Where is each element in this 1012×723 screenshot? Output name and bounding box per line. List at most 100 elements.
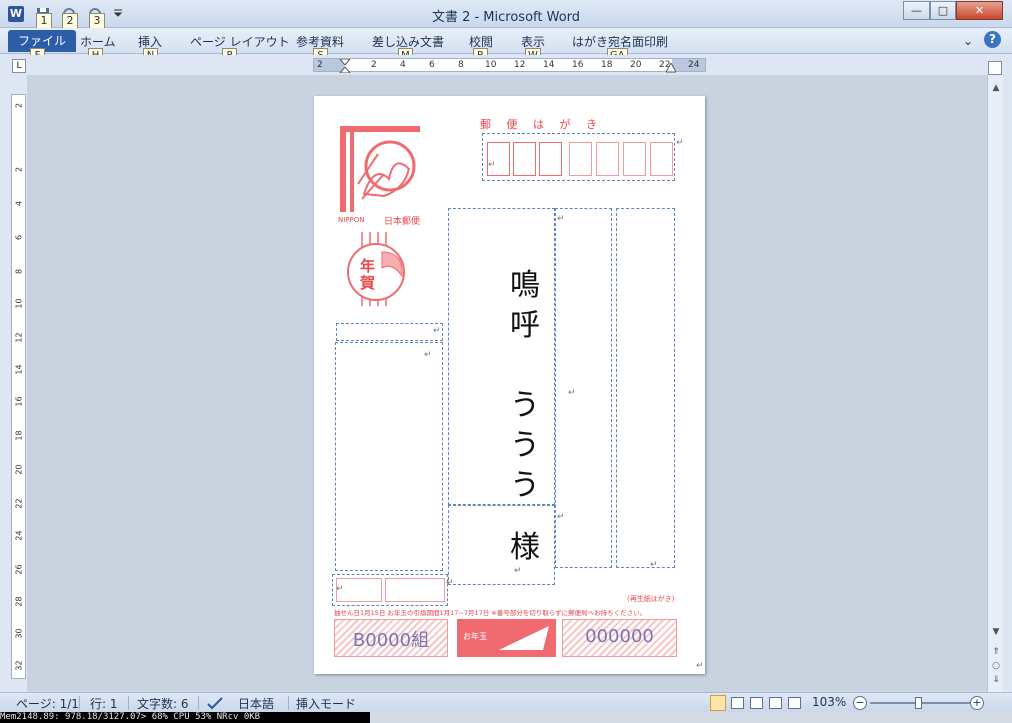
scroll-up-icon[interactable]: ▲ [989,81,1003,95]
ruler-number: 2 [371,60,377,70]
view-ruler-icon[interactable] [988,61,1002,75]
status-char-count[interactable]: 文字数: 6 [137,695,189,712]
sender-zip-frame[interactable] [336,323,443,341]
ribbon-collapse-icon[interactable]: ⌄ [963,31,973,51]
status-separator [288,696,289,710]
tab-selector-button[interactable]: L [12,59,26,73]
ruler-number: 4 [400,60,406,70]
ruler-number: 16 [14,396,24,407]
zip-box [650,142,673,176]
ruler-number: 2 [14,102,24,109]
ruler-number: 20 [630,60,642,70]
ruler-number: 10 [485,60,497,70]
vertical-ruler[interactable]: 2 2 4 6 8 10 12 14 16 18 20 22 24 26 28 … [11,94,26,679]
status-language[interactable]: 日本語 [238,695,274,712]
paragraph-mark: ↵ [557,512,565,522]
sender-zip-box [385,578,445,602]
draft-view-icon[interactable] [788,697,801,709]
zoom-out-button[interactable]: − [853,696,867,710]
status-separator [198,696,199,710]
zip-box [539,142,562,176]
ruler-number: 8 [458,60,464,70]
window-title: 文書 2 - Microsoft Word [431,10,581,25]
right-indent-marker-icon[interactable] [666,63,676,73]
sender-address-frame[interactable] [335,342,443,571]
status-bar: ページ: 1/1 行: 1 文字数: 6 日本語 挿入モード 103% − + [0,692,1012,712]
help-icon[interactable]: ? [984,31,1001,48]
status-page[interactable]: ページ: 1/1 [16,695,79,712]
postcard-header: 郵 便 は が き [480,118,603,131]
scroll-down-icon[interactable]: ▼ [989,625,1003,639]
ruler-number: 28 [14,596,24,607]
ruler-number: 8 [14,268,24,275]
recipient-name-char: う [510,428,540,463]
zoom-in-button[interactable]: + [970,696,984,710]
zoom-slider-thumb[interactable] [915,697,922,709]
status-separator [128,696,129,710]
minimize-button[interactable]: — [903,1,930,20]
maximize-button[interactable]: □ [930,1,956,20]
horizontal-ruler[interactable]: 2 2 4 6 8 10 12 14 16 18 20 22 24 [313,58,706,73]
ruler-number: 20 [14,464,24,475]
tab-page-layout[interactable]: ページ レイアウト [190,32,290,52]
ruler-number: 10 [14,298,24,309]
ruler-number: 6 [429,60,435,70]
recipient-name-char: う [510,468,540,503]
ruler-number: 18 [14,430,24,441]
paragraph-mark: ↵ [446,578,454,588]
full-screen-reading-icon[interactable] [731,697,744,709]
paragraph-mark: ↵ [514,566,522,576]
recipient-name-char: 呼 [510,308,540,343]
taskbar-area [370,712,1012,723]
close-button[interactable]: ✕ [956,1,1003,20]
proofing-icon[interactable] [206,696,224,710]
paragraph-mark: ↵ [650,560,658,570]
previous-page-icon[interactable]: ⇑ [989,645,1003,659]
ruler-number: 4 [14,200,24,207]
paragraph-mark: ↵ [336,584,344,594]
zip-box [487,142,510,176]
vertical-scrollbar[interactable]: ▲ ▼ ⇑ ○ ⇓ [987,75,1003,692]
zoom-level[interactable]: 103% [812,695,846,709]
lottery-number-text: 000000 [585,626,654,647]
next-page-icon[interactable]: ⇓ [989,673,1003,687]
ruler-number: 14 [543,60,555,70]
status-insert-mode[interactable]: 挿入モード [296,695,356,712]
ruler-number: 6 [14,234,24,241]
stamp-japan-post-text: 日本郵便 [384,217,421,227]
status-line[interactable]: 行: 1 [90,695,118,712]
print-layout-view-icon[interactable] [710,695,726,711]
otoshidama-text: お年玉 [463,632,487,641]
paragraph-mark: ↵ [488,160,496,170]
outline-view-icon[interactable] [769,697,782,709]
zip-box [623,142,646,176]
otoshidama-badge: お年玉 [457,619,556,657]
ruler-number: 2 [317,60,323,70]
postcard-page[interactable]: 郵 便 は が き NIPPON 日本郵便 年賀 ↵ ↵ 鳴 呼 う う う 様 [314,96,705,674]
ruler-number: 12 [14,332,24,343]
indent-marker-icon[interactable] [339,59,351,73]
web-layout-icon[interactable] [750,697,763,709]
paragraph-mark: ↵ [433,326,441,336]
lottery-group-band: B0000組 [334,619,448,657]
recipient-address-frame-2[interactable] [616,208,675,568]
ruler-number: 24 [688,60,700,70]
ruler-number: 16 [572,60,584,70]
zip-box [596,142,619,176]
ruler-number: 32 [14,660,24,671]
honorific-text: 様 [510,530,540,565]
status-separator [79,696,80,710]
paragraph-mark: ↵ [568,388,576,398]
nenga-text: 年賀 [360,257,376,292]
paragraph-mark: ↵ [696,661,704,671]
paragraph-mark: ↵ [557,214,565,224]
ruler-number: 2 [14,166,24,173]
ruler-number: 18 [601,60,613,70]
fan-icon [499,626,549,650]
zip-box [569,142,592,176]
lottery-notice: 抽せん日1月15日 お年玉の引換期間1月17~7月17日 ※番号部分を切り取らず… [334,609,647,617]
system-monitor-bar: Mem2148.89: 978.18/3127.07> 68% CPU 53% … [0,712,370,723]
ruler-number: 30 [14,628,24,639]
browse-object-icon[interactable]: ○ [989,659,1003,673]
recipient-name-char: 鳴 [510,268,540,303]
